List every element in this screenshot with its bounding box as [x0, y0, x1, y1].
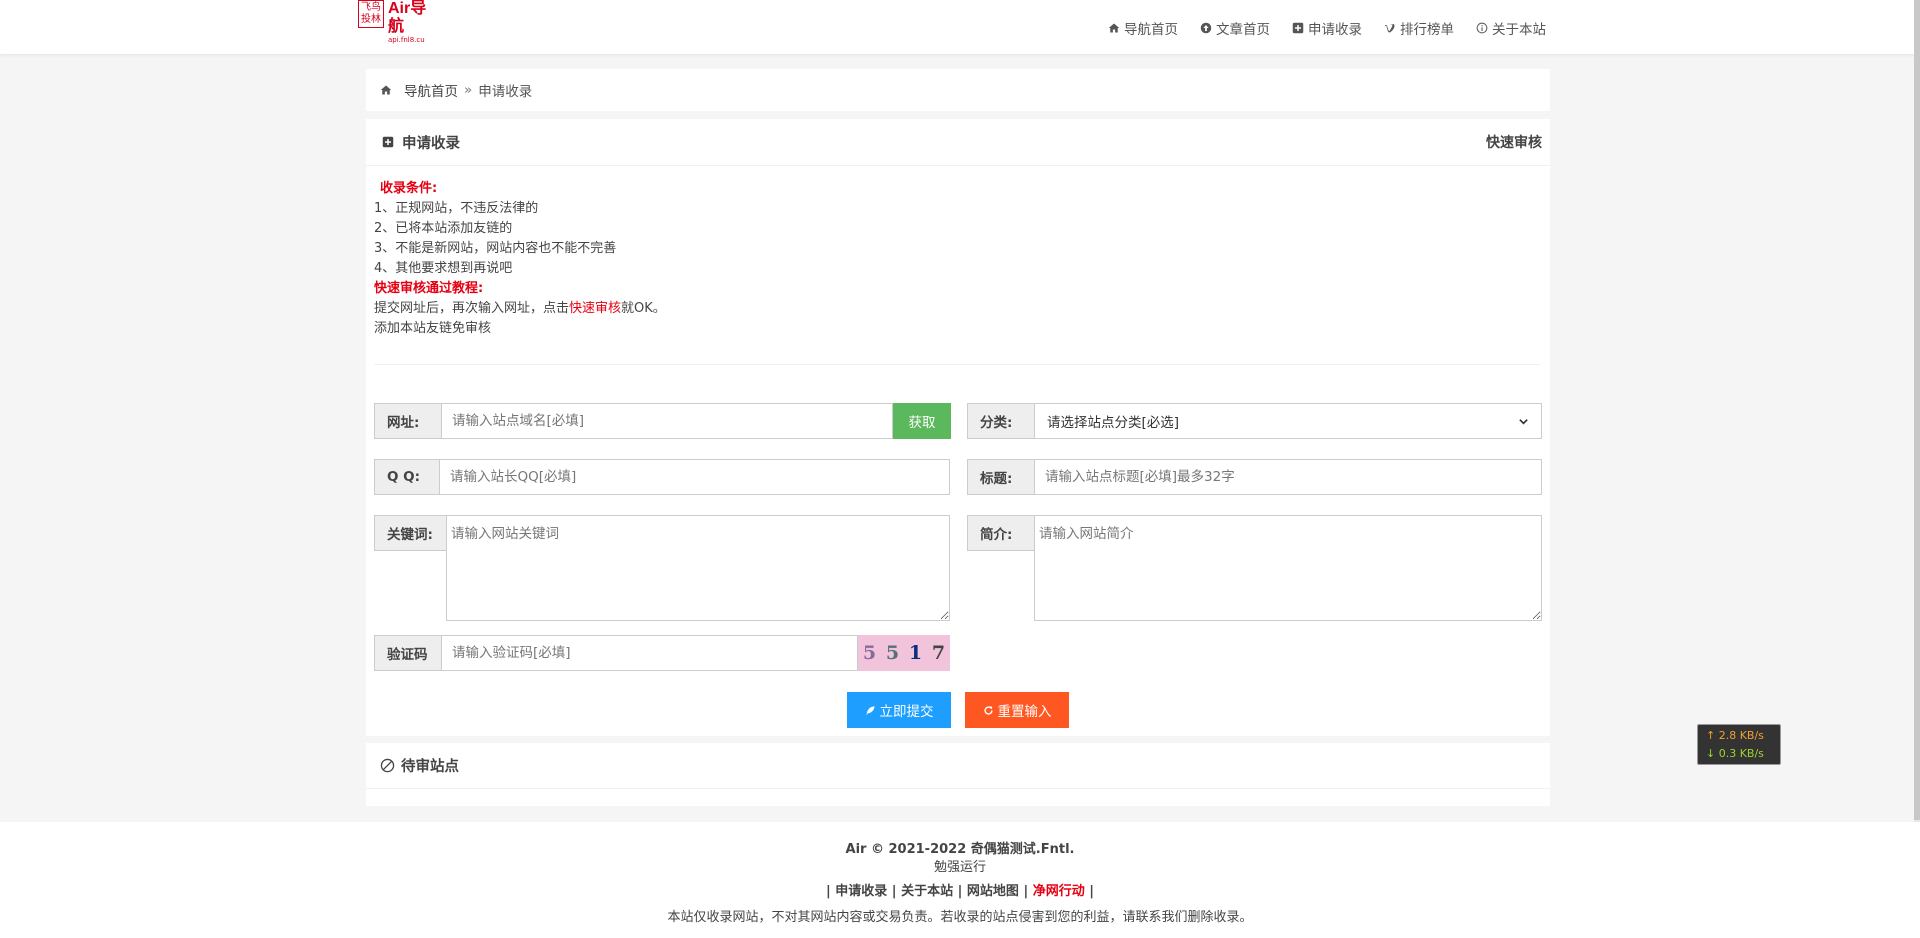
info-circle-icon [1476, 22, 1488, 34]
captcha-input[interactable] [441, 635, 858, 671]
pending-title: 待审站点 [401, 759, 459, 775]
url-input[interactable] [441, 403, 893, 439]
footer-notice: 本站仅收录网站，不对其网站内容或交易负责。若收录的站点侵害到您的利益，请联系我们… [667, 910, 1253, 925]
keywords-label: 关键词: [374, 515, 446, 551]
intro-textarea[interactable] [1034, 515, 1542, 621]
download-speed: ↓ 0.3 KB/s [1706, 747, 1764, 760]
network-speed-widget[interactable]: ↑ 2.8 KB/s ↓ 0.3 KB/s [1697, 724, 1781, 765]
upload-circle-icon [1200, 22, 1212, 34]
quick-review-instruction: 提交网址后，再次输入网址，点击快速审核就OK。 [374, 301, 666, 316]
quick-review-link[interactable]: 快速审核 [1486, 132, 1542, 152]
condition-item: 1、正规网站，不违反法律的 [374, 201, 539, 216]
logo-seal: 飞鸟 投林 [358, 0, 384, 28]
submit-button[interactable]: 立即提交 [847, 692, 951, 728]
conditions-block: 收录条件: 1、正规网站，不违反法律的 2、已将本站添加友链的 3、不能是新网站… [374, 179, 1540, 365]
url-row: 网址: 获取 [374, 403, 951, 439]
refresh-icon [983, 705, 993, 715]
footer-running: 勉强运行 [933, 860, 986, 875]
scrollbar-thumb[interactable] [1914, 0, 1920, 820]
category-label: 分类: [967, 403, 1034, 439]
chevron-down-icon [1519, 418, 1528, 425]
vimeo-icon [1384, 23, 1395, 33]
keywords-row: 关键词: [374, 515, 950, 621]
nav-item-home[interactable]: 导航首页 [1108, 18, 1178, 38]
home-icon [380, 85, 392, 95]
quick-review-heading: 快速审核通过教程: [374, 281, 484, 296]
breadcrumb-current: 申请收录 [478, 84, 533, 100]
site-logo[interactable]: 飞鸟 投林 Air导航 api.fnl8.cu [358, 0, 438, 44]
captcha-image[interactable]: 5 5 1 7 [858, 635, 950, 671]
submit-panel: 申请收录 快速审核 收录条件: 1、正规网站，不违反法律的 2、已将本站添加友链… [366, 119, 1550, 736]
conditions-heading: 收录条件: [380, 181, 438, 196]
panel-header: 申请收录 快速审核 [366, 119, 1550, 166]
home-icon [1108, 23, 1120, 33]
plus-square-icon [382, 136, 394, 148]
qq-input[interactable] [439, 459, 950, 495]
pending-header: 待审站点 [366, 743, 1550, 789]
panel-title: 申请收录 [402, 135, 460, 152]
fetch-button[interactable]: 获取 [893, 403, 951, 439]
plus-square-icon [1292, 22, 1304, 34]
title-label: 标题: [967, 459, 1034, 495]
title-input[interactable] [1034, 459, 1542, 495]
footer-copyright: Air © 2021-2022 奇偶猫测试.Fntl. [845, 842, 1075, 857]
quick-review-highlight: 快速审核 [569, 301, 622, 316]
breadcrumb: 导航首页 » 申请收录 [366, 69, 1550, 111]
logo-name: Air导航 [387, 0, 427, 35]
category-row: 分类: 请选择站点分类[必选] [967, 403, 1542, 439]
category-select[interactable]: 请选择站点分类[必选] [1034, 403, 1542, 439]
nav-item-articles[interactable]: 文章首页 [1200, 18, 1270, 38]
condition-item: 2、已将本站添加友链的 [374, 221, 513, 236]
reset-button[interactable]: 重置输入 [965, 692, 1069, 728]
feather-icon [865, 705, 875, 715]
intro-label: 简介: [967, 515, 1034, 551]
footer-link-submit[interactable]: 申请收录 [835, 884, 887, 899]
main-nav: 导航首页 文章首页 申请收录 排行榜单 关于本站 [1108, 18, 1546, 38]
ban-icon [380, 758, 395, 773]
intro-row: 简介: [967, 515, 1542, 621]
friend-link-note: 添加本站友链免审核 [374, 321, 492, 336]
breadcrumb-home-link[interactable]: 导航首页 [404, 80, 458, 100]
logo-sub: api.fnl8.cu [387, 36, 425, 44]
captcha-label: 验证码 [374, 635, 441, 671]
pending-panel: 待审站点 [366, 743, 1550, 806]
title-row: 标题: [967, 459, 1542, 495]
nav-item-submit[interactable]: 申请收录 [1292, 18, 1362, 38]
keywords-textarea[interactable] [446, 515, 950, 621]
qq-row: Q Q: [374, 459, 950, 495]
condition-item: 3、不能是新网站，网站内容也不能不完善 [374, 241, 617, 256]
condition-item: 4、其他要求想到再说吧 [374, 261, 513, 276]
footer-link-about[interactable]: 关于本站 [901, 884, 953, 899]
page-scrollbar[interactable] [1914, 0, 1920, 938]
breadcrumb-separator: » [464, 82, 473, 98]
top-navbar: 飞鸟 投林 Air导航 api.fnl8.cu 导航首页 文章首页 申请收录 排… [0, 0, 1920, 54]
qq-label: Q Q: [374, 459, 439, 495]
nav-item-ranking[interactable]: 排行榜单 [1384, 18, 1454, 38]
captcha-row: 验证码 5 5 1 7 [374, 635, 950, 671]
footer-links: | 申请收录 | 关于本站 | 网站地图 | 净网行动 | [825, 884, 1095, 899]
upload-speed: ↑ 2.8 KB/s [1706, 729, 1764, 742]
footer-link-cleannet[interactable]: 净网行动 [1033, 884, 1085, 899]
nav-item-about[interactable]: 关于本站 [1476, 18, 1546, 38]
footer-link-sitemap[interactable]: 网站地图 [967, 884, 1019, 899]
url-label: 网址: [374, 403, 441, 439]
footer: Air © 2021-2022 奇偶猫测试.Fntl. 勉强运行 | 申请收录 … [0, 822, 1920, 938]
